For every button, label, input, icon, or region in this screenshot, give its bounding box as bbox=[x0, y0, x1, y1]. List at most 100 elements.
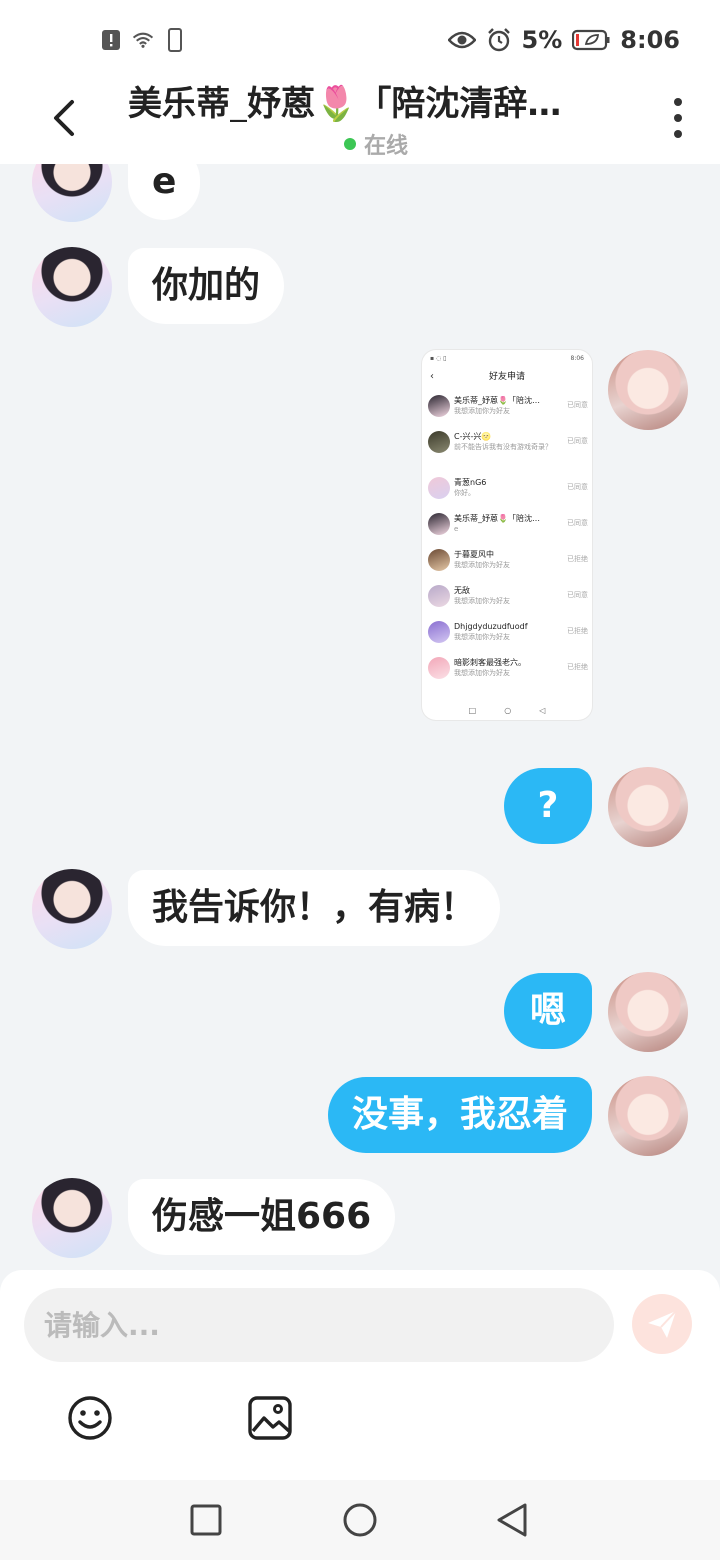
online-status-label: 在线 bbox=[364, 134, 409, 159]
list-item: 美乐蒂_妤蒽🌷「陪沈… e 已同意 bbox=[422, 506, 592, 542]
list-item-sub: 我想添加你为好友 bbox=[454, 407, 510, 415]
triangle-back-icon: ◁ bbox=[539, 705, 546, 715]
list-item-sub: 前不能告诉我有没有游戏奇录？ bbox=[454, 443, 552, 451]
smiley-icon bbox=[68, 1396, 112, 1440]
recents-button[interactable] bbox=[186, 1500, 226, 1540]
chat-title: 美乐蒂_妤蒽🌷「陪沈清辞… bbox=[128, 84, 562, 122]
list-item-sub: 我想添加你为好友 bbox=[454, 561, 510, 569]
avatar bbox=[428, 395, 450, 417]
square-icon bbox=[190, 1504, 222, 1536]
message-bubble[interactable]: 没事，我忍着 bbox=[327, 1077, 592, 1153]
list-item-name: 于暮夏风中 bbox=[454, 550, 494, 559]
avatar bbox=[428, 477, 450, 499]
chat-messages[interactable]: e 你加的 ▪ ◌ ▯ 8:06 ‹ 好友申请 美乐蒂_妤蒽🌷「陪沈… 我想添加… bbox=[0, 164, 720, 1270]
list-item-sub: 我想添加你为好友 bbox=[454, 633, 510, 641]
list-item: C-兴-兴🌝 前不能告诉我有没有游戏奇录？ 已同意 bbox=[422, 424, 592, 470]
image-header: ‹ 好友申请 bbox=[422, 366, 592, 388]
list-item-sub: 我想添加你为好友 bbox=[454, 597, 510, 605]
avatar bbox=[428, 549, 450, 571]
message-bubble[interactable]: 伤感一姐666 bbox=[128, 1179, 396, 1255]
emoji-button[interactable] bbox=[66, 1394, 114, 1442]
online-dot-icon bbox=[344, 138, 356, 150]
avatar[interactable] bbox=[32, 164, 112, 222]
avatar[interactable] bbox=[32, 869, 112, 949]
image-title: 好友申请 bbox=[488, 372, 525, 382]
online-status: 在线 bbox=[344, 130, 409, 159]
list-item: 美乐蒂_妤蒽🌷「陪沈… 我想添加你为好友 已同意 bbox=[422, 388, 592, 424]
list-item-name: 青葱nG6 bbox=[454, 478, 487, 487]
image-picker-button[interactable] bbox=[246, 1394, 294, 1442]
message-bubble[interactable]: e bbox=[128, 164, 201, 220]
list-item-sub: 我想添加你为好友 bbox=[454, 669, 510, 677]
image-message[interactable]: ▪ ◌ ▯ 8:06 ‹ 好友申请 美乐蒂_妤蒽🌷「陪沈… 我想添加你为好友 已… bbox=[422, 350, 592, 720]
battery-icon bbox=[572, 26, 610, 54]
square-icon: □ bbox=[468, 705, 477, 715]
wifi-icon bbox=[132, 26, 154, 54]
list-item-status: 已同意 bbox=[567, 401, 588, 409]
circle-icon: ○ bbox=[504, 705, 512, 715]
avatar[interactable] bbox=[608, 767, 688, 847]
list-item-name: 美乐蒂_妤蒽🌷「陪沈… bbox=[454, 514, 540, 523]
send-button[interactable] bbox=[632, 1294, 692, 1354]
chat-header: 美乐蒂_妤蒽🌷「陪沈清辞… 在线 bbox=[0, 60, 720, 164]
input-area bbox=[0, 1270, 720, 1480]
image-status-time: 8:06 bbox=[570, 354, 584, 362]
list-item-status: 已拒绝 bbox=[567, 627, 588, 635]
list-item: 青葱nG6 你好。 已同意 bbox=[422, 470, 592, 506]
list-item-name: 美乐蒂_妤蒽🌷「陪沈… bbox=[454, 396, 540, 405]
list-item-name: 暗影刺客最强老六。 bbox=[454, 658, 526, 667]
avatar bbox=[428, 513, 450, 535]
list-item-status: 已同意 bbox=[567, 591, 588, 599]
status-bar-left-icons bbox=[100, 26, 186, 54]
list-item-name: 无敌 bbox=[454, 586, 470, 595]
image-nav-bar: □ ○ ◁ bbox=[422, 700, 592, 720]
circle-icon bbox=[343, 1503, 377, 1537]
image-status-bar: ▪ ◌ ▯ 8:06 bbox=[422, 350, 592, 366]
list-item: 暗影刺客最强老六。 我想添加你为好友 已拒绝 bbox=[422, 650, 592, 686]
triangle-back-icon bbox=[497, 1503, 527, 1537]
sim-card-icon bbox=[164, 26, 186, 54]
image-back-icon: ‹ bbox=[430, 371, 434, 382]
status-bar-right: 5% 8:06 bbox=[447, 26, 680, 54]
image-status-left: ▪ ◌ ▯ bbox=[430, 354, 447, 362]
back-button[interactable] bbox=[44, 94, 84, 142]
message-bubble[interactable]: 我告诉你！，有病！ bbox=[128, 870, 501, 946]
avatar bbox=[428, 431, 450, 453]
message-bubble[interactable]: 嗯 bbox=[504, 973, 592, 1049]
more-options-button[interactable] bbox=[670, 98, 686, 138]
eye-icon bbox=[447, 26, 476, 54]
paper-plane-icon bbox=[648, 1310, 677, 1338]
avatar[interactable] bbox=[608, 1076, 688, 1156]
list-item: Dhjgdyduzudfuodf 我想添加你为好友 已拒绝 bbox=[422, 614, 592, 650]
list-item-status: 已拒绝 bbox=[567, 555, 588, 563]
list-item-status: 已同意 bbox=[567, 519, 588, 527]
avatar bbox=[428, 585, 450, 607]
list-item: 无敌 我想添加你为好友 已同意 bbox=[422, 578, 592, 614]
battery-percent: 5% bbox=[521, 26, 563, 54]
message-bubble[interactable]: 你加的 bbox=[128, 248, 285, 324]
avatar[interactable] bbox=[32, 1178, 112, 1258]
list-item-name: C-兴-兴🌝 bbox=[454, 432, 492, 441]
avatar[interactable] bbox=[608, 350, 688, 430]
list-item-sub: 你好。 bbox=[454, 489, 475, 497]
system-nav-bar bbox=[0, 1480, 720, 1560]
alarm-clock-icon bbox=[486, 26, 512, 54]
list-item: 于暮夏风中 我想添加你为好友 已拒绝 bbox=[422, 542, 592, 578]
chevron-left-icon bbox=[54, 100, 74, 136]
list-item-name: Dhjgdyduzudfuodf bbox=[454, 622, 528, 631]
message-input[interactable] bbox=[24, 1288, 614, 1362]
list-item-sub: e bbox=[454, 525, 459, 533]
back-nav-button[interactable] bbox=[492, 1500, 532, 1540]
avatar[interactable] bbox=[608, 972, 688, 1052]
list-item-status: 已同意 bbox=[567, 483, 588, 491]
avatar bbox=[428, 621, 450, 643]
list-item-status: 已拒绝 bbox=[567, 663, 588, 671]
image-icon bbox=[248, 1396, 292, 1440]
more-vertical-icon bbox=[674, 98, 682, 106]
avatar bbox=[428, 657, 450, 679]
home-button[interactable] bbox=[340, 1500, 380, 1540]
list-item-status: 已同意 bbox=[567, 437, 588, 445]
message-bubble[interactable]: ? bbox=[504, 768, 592, 844]
clock-time: 8:06 bbox=[620, 26, 680, 54]
avatar[interactable] bbox=[32, 247, 112, 327]
